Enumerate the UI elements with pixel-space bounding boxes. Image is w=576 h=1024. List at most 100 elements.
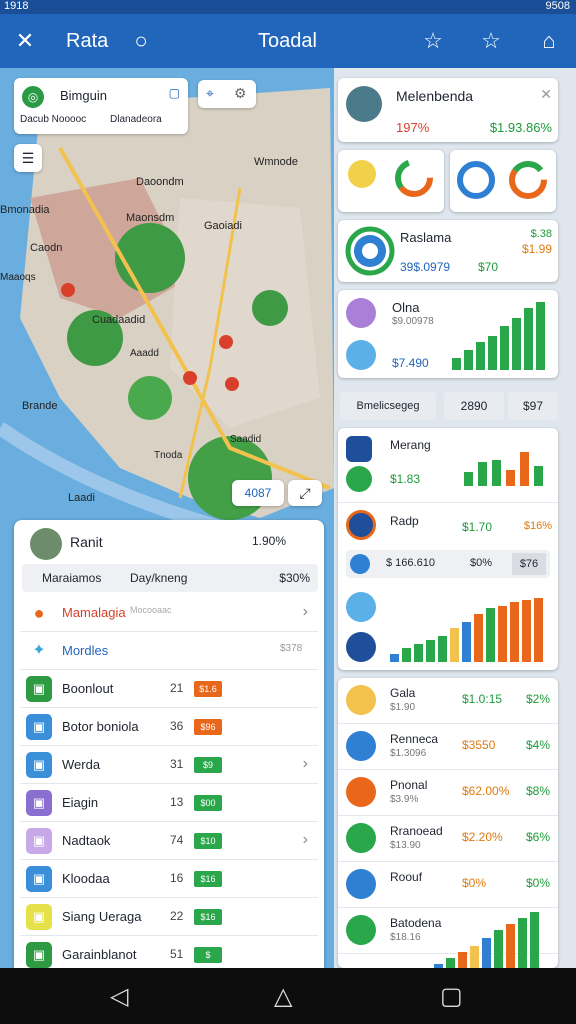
metric-icon: [346, 298, 376, 328]
status-badge: $16: [194, 909, 222, 925]
donut-icon: [345, 226, 395, 276]
item-icon: [346, 685, 376, 715]
back-icon[interactable]: ◁: [110, 982, 128, 1011]
ring-charts: [457, 161, 547, 199]
list-item[interactable]: ▣ Garainblanot 51 $: [20, 936, 318, 968]
map-label: Maonsdm: [126, 212, 175, 224]
panel-title: Ranit: [70, 534, 103, 550]
list-item[interactable]: Batodena $18.16: [338, 908, 558, 982]
zoom-button[interactable]: 4087: [232, 480, 284, 506]
list-item[interactable]: ▣ Werda 31 $9 ›: [20, 746, 318, 784]
map-chip-1[interactable]: Dacub Nooooc: [20, 114, 86, 125]
filter-mid: Day/kneng: [130, 571, 188, 585]
status-badge: $: [194, 947, 222, 963]
status-badge: $16: [194, 871, 222, 887]
filter-bar[interactable]: Maraiamos Day/kneng $30%: [22, 564, 318, 592]
item-icon: ▣: [26, 942, 52, 968]
map-label: Laadi: [68, 492, 95, 504]
search-icon[interactable]: ○: [128, 28, 154, 54]
map-label: Wmnode: [254, 156, 299, 168]
globe-icon: [350, 554, 370, 574]
filter-row[interactable]: Bmelicsegeg 2890 $97: [340, 392, 558, 420]
settings-icon[interactable]: ⚙: [234, 85, 247, 102]
map-logo-icon: ◎: [22, 86, 44, 108]
list-item[interactable]: ▣ Siang Ueraga 22 $16: [20, 898, 318, 936]
ring-card[interactable]: [450, 150, 556, 212]
map-label: Bmonadia: [0, 204, 50, 216]
list-item[interactable]: Gala $1.90 $1.0:15 $2%: [338, 678, 558, 724]
list-item[interactable]: ▣ Kloodaa 16 $16: [20, 860, 318, 898]
calendar-icon: [346, 340, 376, 370]
bookmark-icon[interactable]: ▢: [169, 86, 180, 100]
status-right: 9508: [545, 0, 570, 12]
close-icon[interactable]: ✕: [540, 86, 552, 103]
home-icon[interactable]: △: [274, 982, 292, 1011]
map-chip-2[interactable]: Dlanadeora: [110, 114, 162, 125]
item-icon: [346, 915, 376, 945]
filter-right: $30%: [279, 571, 310, 585]
star-outline-icon[interactable]: ☆: [420, 28, 446, 54]
expand-icon[interactable]: ⤢: [288, 480, 322, 506]
hex-icon: [346, 436, 372, 462]
item-icon: ▣: [26, 828, 52, 854]
shield-icon: [346, 510, 376, 540]
map-label: Gaoiadi: [204, 220, 242, 232]
map-label: Saadid: [230, 434, 262, 445]
bar-chart: [452, 300, 552, 370]
list-item[interactable]: ▣ Eiagin 13 $00: [20, 784, 318, 822]
featured-item[interactable]: ✦ Mordles $378: [20, 632, 318, 670]
system-nav-bar: ◁ △ ▢: [0, 968, 576, 1024]
ring-card[interactable]: [338, 150, 444, 212]
ring-charts: [348, 159, 433, 197]
profile-card[interactable]: Melenbenda ✕ 197% $1.93.86%: [338, 78, 558, 142]
recents-icon[interactable]: ▢: [440, 982, 463, 1011]
total-row[interactable]: $ 166.610 $0% $76: [346, 550, 550, 578]
list-item[interactable]: Pnonal $3.9% $62.00% $8%: [338, 770, 558, 816]
map-info-card[interactable]: ◎ Bimguin ▢ Dacub Nooooc Dlanadeora: [14, 78, 188, 134]
status-time: 1918: [4, 0, 29, 12]
map-label: Aaadd: [130, 348, 159, 359]
featured-item[interactable]: ● Mamalagia Mocooaac ›: [20, 594, 318, 632]
map-label: Maaoqs: [0, 272, 36, 283]
map-label: Daoondm: [136, 176, 184, 188]
map-card-title: Bimguin: [60, 88, 107, 103]
metric-card[interactable]: Olna $9.00978 $7.490: [338, 290, 558, 378]
list-item[interactable]: ▣ Nadtaok 74 $10 ›: [20, 822, 318, 860]
item-icon: [346, 869, 376, 899]
item-icon: ▣: [26, 676, 52, 702]
right-panel: Melenbenda ✕ 197% $1.93.86% Raslama 39$.…: [334, 68, 576, 982]
left-panel: Ranit 1.90% Maraiamos Day/kneng $30% ● M…: [14, 520, 324, 968]
summary-card[interactable]: Raslama 39$.0979 $.38 $1.99 $70: [338, 220, 558, 282]
map-label: Cuadaadid: [92, 314, 146, 326]
list-item[interactable]: ▣ Boonlout 21 $1.6: [20, 670, 318, 708]
map-label: Brande: [22, 400, 58, 412]
app-bar: ✕ Rata ○ Toadal ☆ ☆ ⌂: [0, 14, 576, 68]
leaf-icon: [346, 466, 372, 492]
page-title: Toadal: [258, 30, 317, 52]
bar-chart: [464, 450, 550, 486]
group-card[interactable]: Merang $1.83 Radp $1.70 $16% $ 166.610 $…: [338, 428, 558, 670]
list-item[interactable]: Renneca $1.3096 $3550 $4%: [338, 724, 558, 770]
status-badge: $96: [194, 719, 222, 735]
group-card[interactable]: Gala $1.90 $1.0:15 $2% Renneca $1.3096 $3550 $4…: [338, 678, 558, 982]
map-label: Tnoda: [154, 450, 183, 461]
wing-icon: ✦: [26, 638, 52, 664]
star-icon[interactable]: ☆: [478, 28, 504, 54]
chevron-right-icon: ›: [302, 831, 308, 848]
bar-chart: [390, 596, 550, 662]
item-icon: [346, 823, 376, 853]
list-item[interactable]: ▣ Botor boniola 36 $96: [20, 708, 318, 746]
pin-icon[interactable]: ⌖: [206, 85, 214, 102]
item-icon: ▣: [26, 904, 52, 930]
item-icon: ▣: [26, 866, 52, 892]
chart-icon: [346, 632, 376, 662]
list-item[interactable]: Rranoead $13.90 $2.20% $6%: [338, 816, 558, 862]
avatar: [346, 86, 382, 122]
item-icon: [346, 777, 376, 807]
cloud-icon: [346, 592, 376, 622]
menu-icon[interactable]: ☰: [14, 144, 42, 172]
close-icon[interactable]: ✕: [12, 28, 38, 54]
tag-icon[interactable]: ⌂: [536, 28, 562, 54]
map-tools[interactable]: ⌖ ⚙: [198, 80, 256, 108]
status-badge: $1.6: [194, 681, 222, 697]
